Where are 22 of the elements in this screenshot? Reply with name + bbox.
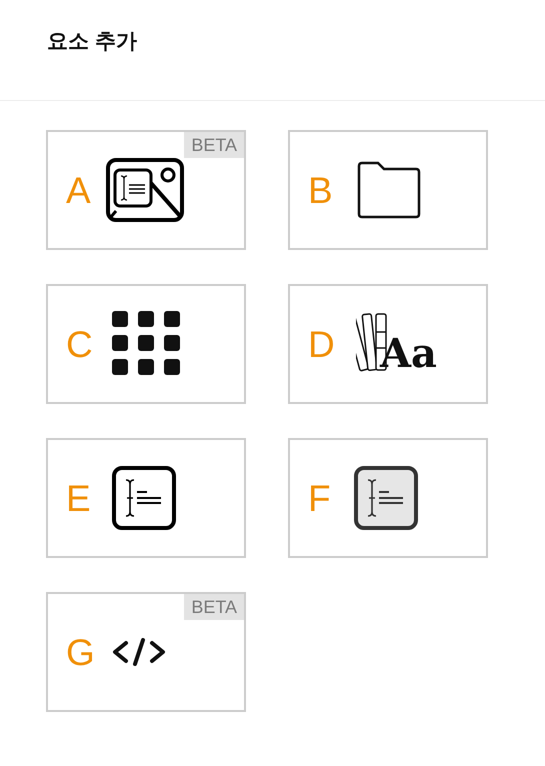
beta-badge: BETA bbox=[184, 132, 244, 158]
folder-icon bbox=[356, 160, 422, 220]
element-card[interactable]: G BETA bbox=[46, 592, 246, 712]
text-box-icon bbox=[112, 466, 176, 530]
card-letter: A bbox=[66, 172, 92, 208]
element-card[interactable]: A BETA bbox=[46, 130, 246, 250]
code-icon bbox=[112, 638, 166, 666]
shaded-text-box-icon bbox=[354, 466, 418, 530]
card-letter: G bbox=[66, 634, 96, 670]
card-letter: F bbox=[308, 480, 332, 516]
beta-badge: BETA bbox=[184, 594, 244, 620]
element-card[interactable]: F bbox=[288, 438, 488, 558]
card-letter: D bbox=[308, 326, 336, 362]
element-card[interactable]: B bbox=[288, 130, 488, 250]
card-letter: E bbox=[66, 480, 92, 516]
panel-title: 요소 추가 bbox=[47, 29, 137, 55]
element-card[interactable]: C bbox=[46, 284, 246, 404]
picture-text-icon bbox=[106, 158, 184, 222]
element-card[interactable]: E bbox=[46, 438, 246, 558]
card-letter: C bbox=[66, 326, 94, 362]
card-letter: B bbox=[308, 172, 334, 208]
grid-icon bbox=[112, 311, 180, 377]
